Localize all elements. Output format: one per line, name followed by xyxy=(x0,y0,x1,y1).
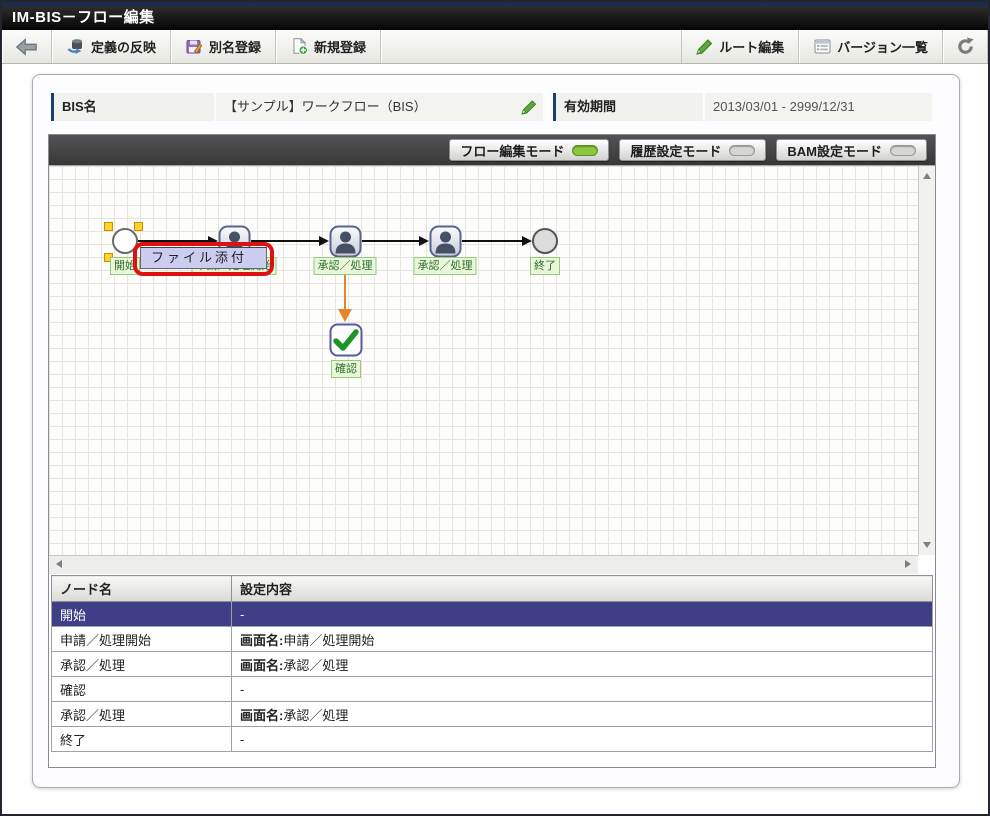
flow-node-approve1[interactable] xyxy=(329,225,362,258)
mode-inactive-indicator xyxy=(729,145,755,156)
cell-node-name: 終了 xyxy=(52,727,232,752)
bis-name-value: 【サンプル】ワークフロー（BIS） xyxy=(216,93,543,121)
cell-node-name: 開始 xyxy=(52,602,232,627)
toolbar-button-route-edit[interactable]: ルート編集 xyxy=(681,30,799,63)
scroll-down-icon[interactable] xyxy=(923,542,931,548)
alias-register-icon xyxy=(186,39,203,55)
cell-node-name: 承認／処理 xyxy=(52,652,232,677)
back-button[interactable] xyxy=(2,30,52,63)
node-label-approve2: 承認／処理 xyxy=(414,257,477,275)
canvas-vertical-scrollbar[interactable] xyxy=(918,166,935,555)
column-header-setting: 設定内容 xyxy=(232,576,933,602)
table-row[interactable]: 確認 - xyxy=(52,677,933,702)
mode-button-history-setting[interactable]: 履歴設定モード xyxy=(619,139,766,161)
table-row[interactable]: 承認／処理 画面名:承認／処理 xyxy=(52,652,933,677)
table-row[interactable]: 承認／処理 画面名:承認／処理 xyxy=(52,702,933,727)
app-window: IM-BIS－フロー編集 定義の反映 xyxy=(0,0,990,816)
flow-connector xyxy=(462,240,522,242)
cell-setting: - xyxy=(232,677,933,702)
mode-button-bam-setting[interactable]: BAM設定モード xyxy=(776,139,927,161)
refresh-button[interactable] xyxy=(943,30,988,63)
cell-node-name: 確認 xyxy=(52,677,232,702)
mode-button-label: フロー編集モード xyxy=(460,141,564,160)
flow-node-approve2[interactable] xyxy=(429,225,462,258)
valid-period-label: 有効期間 xyxy=(553,93,703,121)
table-row[interactable]: 終了 - xyxy=(52,727,933,752)
confirm-connector-arrowhead xyxy=(338,309,352,322)
scroll-left-icon[interactable] xyxy=(56,560,62,568)
bis-name-label: BIS名 xyxy=(51,93,214,121)
toolbar-button-label: 新規登録 xyxy=(314,37,366,56)
toolbar-button-label: 別名登録 xyxy=(209,37,261,56)
page-title: IM-BIS－フロー編集 xyxy=(12,9,155,26)
cell-node-name: 承認／処理 xyxy=(52,702,232,727)
node-label-approve1: 承認／処理 xyxy=(314,257,377,275)
back-arrow-icon xyxy=(16,38,38,56)
selection-handle[interactable] xyxy=(134,222,143,231)
mode-active-indicator xyxy=(572,145,598,156)
node-label-end: 終了 xyxy=(530,257,560,275)
refresh-icon xyxy=(956,37,975,56)
mode-button-flow-edit[interactable]: フロー編集モード xyxy=(449,139,609,161)
toolbar-button-label: 定義の反映 xyxy=(91,37,156,56)
toolbar-button-label: バージョン一覧 xyxy=(837,37,928,56)
cell-setting: 画面名:申請／処理開始 xyxy=(232,627,933,652)
highlight-annotation xyxy=(133,242,274,276)
edit-pencil-icon[interactable] xyxy=(521,100,537,115)
reflect-definition-icon xyxy=(67,38,85,55)
mode-bar: フロー編集モード 履歴設定モード BAM設定モード xyxy=(49,135,935,165)
content-panel: BIS名 【サンプル】ワークフロー（BIS） 有効期間 2013/03/01 -… xyxy=(32,74,960,788)
canvas-horizontal-scrollbar[interactable] xyxy=(49,555,918,574)
selection-handle[interactable] xyxy=(104,222,113,231)
flow-node-end[interactable] xyxy=(532,228,558,254)
cell-setting: 画面名:承認／処理 xyxy=(232,702,933,727)
table-row[interactable]: 申請／処理開始 画面名:申請／処理開始 xyxy=(52,627,933,652)
title-bar: IM-BIS－フロー編集 xyxy=(2,6,988,30)
node-settings-table: ノード名 設定内容 開始 - 申請／処理開始 画面名:申請／処理開始 承認／処理 xyxy=(51,575,933,752)
scroll-up-icon[interactable] xyxy=(923,173,931,179)
column-header-node-name: ノード名 xyxy=(52,576,232,602)
cell-setting: - xyxy=(232,602,933,627)
flow-editor-panel: フロー編集モード 履歴設定モード BAM設定モード xyxy=(48,134,936,768)
table-row[interactable]: 開始 - xyxy=(52,602,933,627)
cell-setting: 画面名:承認／処理 xyxy=(232,652,933,677)
mode-button-label: BAM設定モード xyxy=(787,141,882,160)
toolbar-button-version-list[interactable]: バージョン一覧 xyxy=(799,30,943,63)
cell-setting: - xyxy=(232,727,933,752)
toolbar-button-alias-register[interactable]: 別名登録 xyxy=(171,30,276,63)
bis-name-text: 【サンプル】ワークフロー（BIS） xyxy=(224,93,521,121)
mode-button-label: 履歴設定モード xyxy=(630,141,721,160)
mode-inactive-indicator xyxy=(890,145,916,156)
toolbar-spacer xyxy=(381,30,681,63)
valid-period-value: 2013/03/01 - 2999/12/31 xyxy=(705,93,932,121)
flow-connector xyxy=(362,240,419,242)
cell-node-name: 申請／処理開始 xyxy=(52,627,232,652)
scroll-right-icon[interactable] xyxy=(905,560,911,568)
flow-canvas[interactable]: 開始 申請／処理開始 承認／処理 承認／処理 終了 確認 ファイル添付 xyxy=(49,166,918,555)
version-list-icon xyxy=(814,39,831,54)
flow-node-confirm[interactable] xyxy=(329,323,363,357)
toolbar: 定義の反映 別名登録 xyxy=(2,30,988,64)
toolbar-button-reflect-definition[interactable]: 定義の反映 xyxy=(52,30,171,63)
new-register-icon xyxy=(291,38,308,55)
toolbar-button-new-register[interactable]: 新規登録 xyxy=(276,30,381,63)
toolbar-button-label: ルート編集 xyxy=(719,37,784,56)
node-label-confirm: 確認 xyxy=(331,360,361,378)
route-edit-icon xyxy=(696,39,713,55)
